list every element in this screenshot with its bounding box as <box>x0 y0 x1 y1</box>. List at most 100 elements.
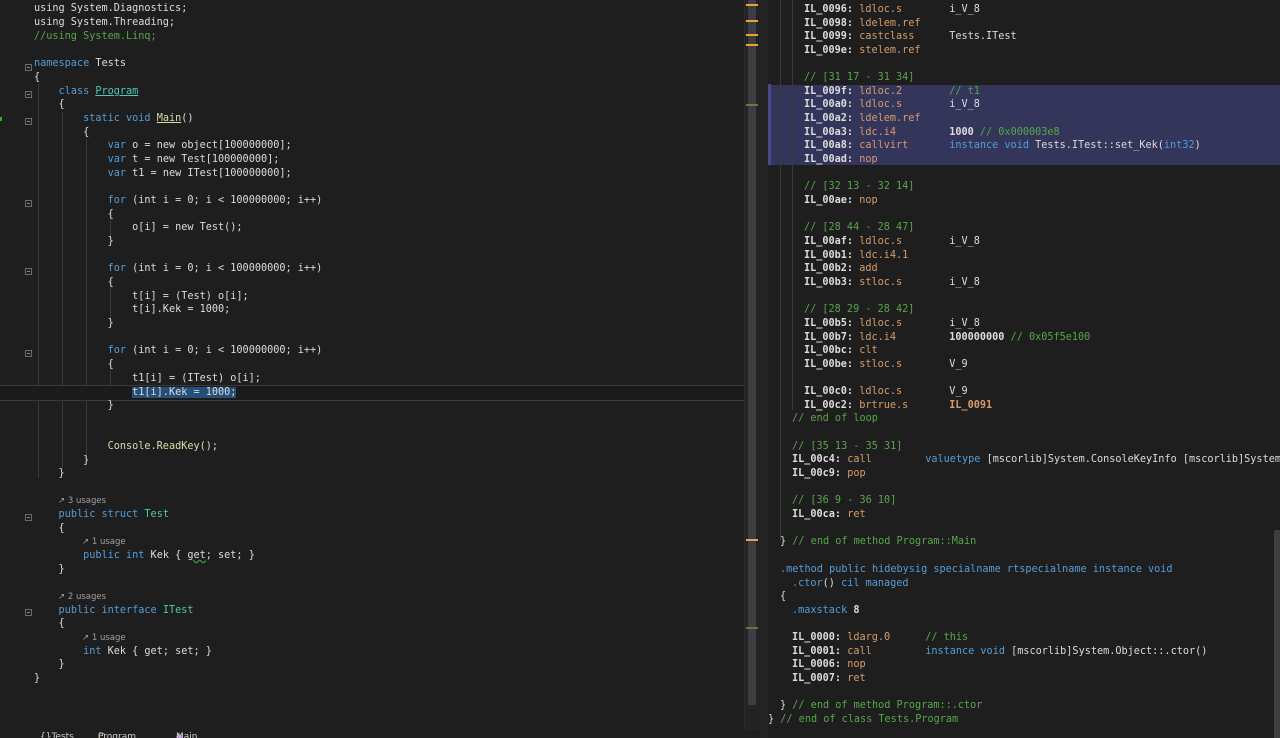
il-line: IL_00be: stloc.s V_9 <box>804 359 968 370</box>
code-line: } <box>34 400 114 411</box>
nav-namespace[interactable]: {} Tests <box>40 730 74 738</box>
code-line: var t = new Test[100000000]; <box>107 154 280 165</box>
fold-toggle-icon[interactable] <box>25 91 32 98</box>
code-line: } <box>34 468 65 479</box>
pane-splitter[interactable] <box>760 0 768 738</box>
il-line: IL_00c4: call valuetype [mscorlib]System.… <box>792 454 1280 465</box>
il-line: IL_00b3: stloc.s i_V_8 <box>804 277 980 288</box>
il-line: // [31 17 - 31 34] <box>804 72 915 83</box>
code-line: } <box>34 564 65 575</box>
code-line: { <box>34 72 41 83</box>
il-line: } // end of class Tests.Program <box>768 714 959 725</box>
il-line: IL_0098: ldelem.ref <box>804 18 921 29</box>
code-line-selected[interactable]: t1[i].Kek = 1000; <box>34 386 237 400</box>
code-line: t1[i] = (ITest) o[i]; <box>132 373 261 384</box>
code-line: //using System.Linq; <box>34 31 157 42</box>
il-scrollbar-thumb[interactable] <box>1274 530 1280 738</box>
il-line: IL_009e: stelem.ref <box>804 45 921 56</box>
fold-toggle-icon[interactable] <box>25 514 32 521</box>
il-line: IL_00bc: clt <box>804 345 878 356</box>
code-line: o[i] = new Test(); <box>132 222 243 233</box>
il-line: IL_00c0: ldloc.s V_9 <box>804 386 968 397</box>
fold-toggle-icon[interactable] <box>25 268 32 275</box>
scroll-marker <box>746 34 758 36</box>
il-line: IL_00a3: ldc.i4 1000 // 0x000003e8 <box>804 127 1060 138</box>
change-marker <box>0 117 6 121</box>
code-line: int Kek { get; set; } <box>83 646 212 657</box>
code-line: { <box>34 127 90 138</box>
code-line: t[i] = (Test) o[i]; <box>132 291 249 302</box>
code-line: public int Kek { get; set; } <box>83 550 255 561</box>
code-line: { <box>34 359 114 370</box>
code-line: class Program <box>58 86 139 97</box>
il-line: IL_00a0: ldloc.s i_V_8 <box>804 99 980 110</box>
indent-guide <box>792 0 793 410</box>
code-editor-pane[interactable]: using System.Diagnostics; using System.T… <box>0 0 760 738</box>
code-line: } <box>34 318 114 329</box>
il-line: IL_00af: ldloc.s i_V_8 <box>804 236 980 247</box>
il-line: IL_009f: ldloc.2// t1 <box>804 86 980 97</box>
code-line: } <box>34 659 65 670</box>
code-line: } <box>34 673 41 684</box>
code-line: using System.Threading; <box>34 17 176 28</box>
fold-toggle-icon[interactable] <box>25 118 32 125</box>
il-line: // end of loop <box>792 413 878 424</box>
code-line: public struct Test <box>58 509 169 520</box>
code-line: for (int i = 0; i < 100000000; i++) <box>107 195 323 206</box>
il-line: IL_0001: call instance void [mscorlib]Sys… <box>792 646 1208 657</box>
il-line: // [36 9 - 36 10] <box>792 495 897 506</box>
indent-guide <box>780 0 781 540</box>
il-line: } // end of method Program::Main <box>780 536 977 547</box>
code-line: using System.Diagnostics; <box>34 3 188 14</box>
code-line: { <box>34 618 65 629</box>
code-line: Console.ReadKey(); <box>107 441 219 452</box>
code-line: namespace Tests <box>34 58 127 69</box>
il-line: .method public hidebysig specialname rts… <box>780 564 1173 575</box>
code-line: { <box>34 209 114 220</box>
navigation-bar[interactable]: {} Tests ⬡ Program ◆ Main <box>0 730 760 738</box>
fold-toggle-icon[interactable] <box>25 350 32 357</box>
scroll-marker <box>746 104 758 106</box>
il-line: IL_0096: ldloc.s i_V_8 <box>804 4 980 15</box>
codelens-usages[interactable]: ↗ 1 usage <box>82 631 126 645</box>
il-line: // [28 44 - 28 47] <box>804 222 915 233</box>
il-line: IL_00ca: ret <box>792 509 866 520</box>
il-line: { <box>780 591 787 602</box>
il-line: IL_00a8: callvirt instance void Tests.ITe… <box>804 140 1201 151</box>
code-line: { <box>34 523 65 534</box>
il-line: IL_00b2: add <box>804 263 878 274</box>
il-line: IL_00ad: nop <box>804 154 878 165</box>
il-line: IL_0007: ret <box>792 673 866 684</box>
scroll-marker <box>746 20 758 22</box>
codelens-usages[interactable]: ↗ 3 usages <box>58 494 106 508</box>
fold-toggle-icon[interactable] <box>25 64 32 71</box>
il-line: // [28 29 - 28 42] <box>804 304 915 315</box>
scroll-marker <box>746 44 758 46</box>
code-line: } <box>34 455 90 466</box>
code-line: } <box>34 236 114 247</box>
code-line: for (int i = 0; i < 100000000; i++) <box>107 263 323 274</box>
code-line: t[i].Kek = 1000; <box>132 304 231 315</box>
il-line: .maxstack 8 <box>792 605 860 616</box>
il-line: IL_0000: ldarg.0// this <box>792 632 969 643</box>
il-line: IL_0006: nop <box>792 659 866 670</box>
il-line: IL_00ae: nop <box>804 195 878 206</box>
il-highlight-bar <box>768 84 771 165</box>
il-line: .ctor() cil managed <box>792 578 909 589</box>
code-line: { <box>34 277 114 288</box>
il-line: } // end of method Program::.ctor <box>780 700 983 711</box>
scroll-marker <box>746 539 758 541</box>
il-line: // [35 13 - 35 31] <box>792 441 903 452</box>
fold-toggle-icon[interactable] <box>25 609 32 616</box>
il-line: // [32 13 - 32 14] <box>804 181 915 192</box>
code-line: for (int i = 0; i < 100000000; i++) <box>107 345 323 356</box>
il-line: IL_00b7: ldc.i4 100000000 // 0x05f5e100 <box>804 332 1091 343</box>
fold-toggle-icon[interactable] <box>25 200 32 207</box>
codelens-usages[interactable]: ↗ 2 usages <box>58 590 106 604</box>
codelens-usages[interactable]: ↗ 1 usage <box>82 535 126 549</box>
il-viewer-pane[interactable]: IL_0096: ldloc.s i_V_8 IL_0098: ldelem.ref… <box>768 0 1280 738</box>
code-line: public interface ITest <box>58 605 194 616</box>
il-line: IL_00a2: ldelem.ref <box>804 113 921 124</box>
il-line: IL_00b1: ldc.i4.1 <box>804 250 909 261</box>
il-line: IL_0099: castclass Tests.ITest <box>804 31 1017 42</box>
